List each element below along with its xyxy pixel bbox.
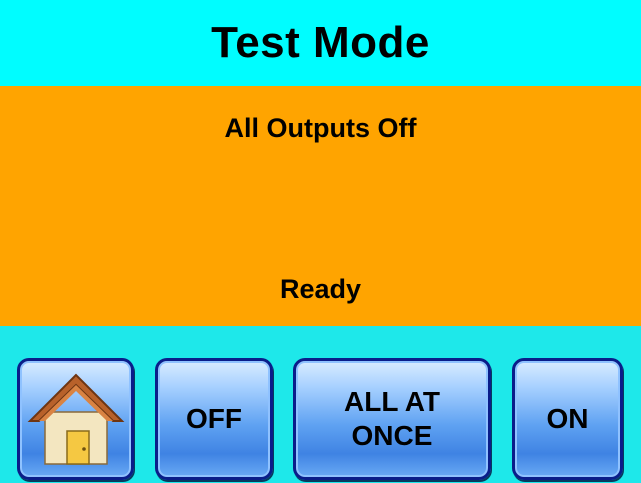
off-button[interactable]: OFF: [155, 358, 273, 480]
ready-status: Ready: [279, 274, 362, 304]
output-status-message: All Outputs Off: [224, 113, 417, 143]
home-button[interactable]: [17, 358, 134, 480]
all-at-once-label-line1: ALL AT: [344, 386, 440, 417]
on-button[interactable]: ON: [512, 358, 623, 480]
all-at-once-button[interactable]: ALL AT ONCE: [293, 358, 491, 480]
on-button-label: ON: [546, 403, 589, 434]
page-title: Test Mode: [211, 18, 430, 67]
all-at-once-label-line2: ONCE: [351, 420, 433, 451]
test-mode-screen: Test Mode All Outputs Off Ready OFF ALL …: [0, 0, 641, 483]
home-icon: [27, 373, 124, 465]
all-at-once-button-label: ALL AT ONCE: [344, 385, 440, 453]
off-button-label: OFF: [186, 403, 242, 434]
title-bar: Test Mode: [0, 0, 641, 86]
status-panel: All Outputs Off Ready: [0, 86, 641, 326]
